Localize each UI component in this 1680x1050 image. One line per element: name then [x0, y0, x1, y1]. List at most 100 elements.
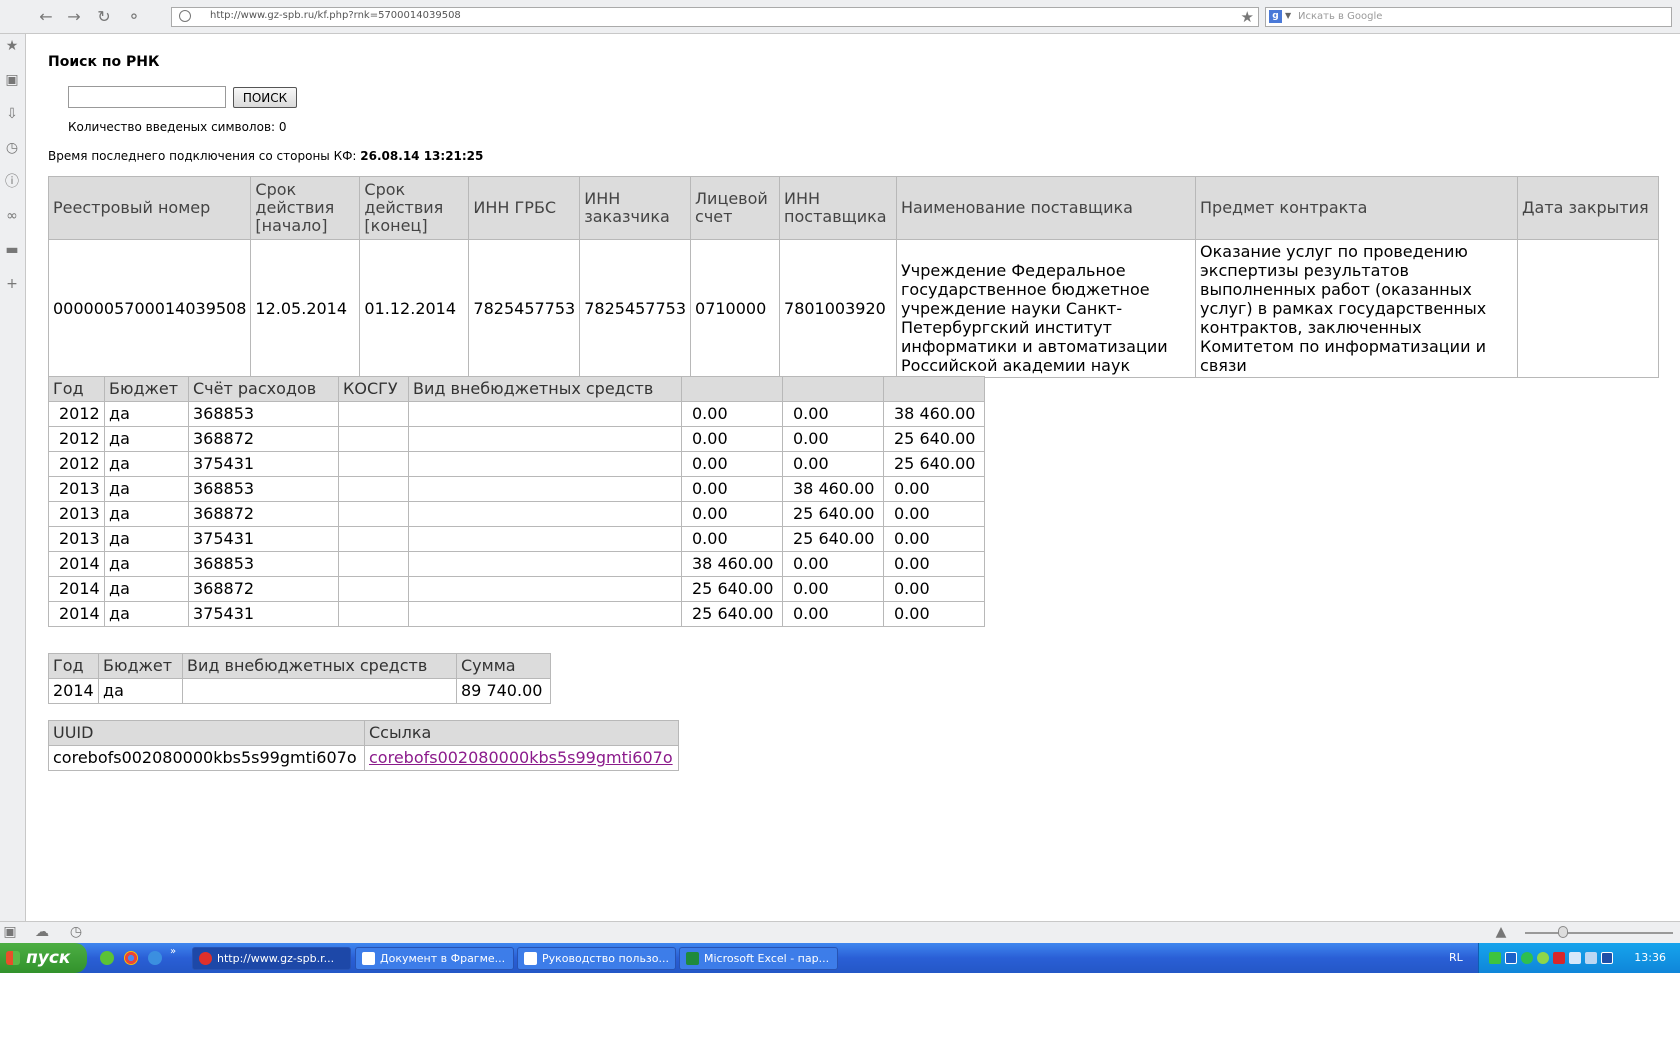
chrome-icon[interactable] [124, 951, 138, 965]
site-info-icon[interactable] [179, 10, 191, 22]
table-header: Срок действия [начало] [250, 176, 361, 240]
table-cell: 0.00 [883, 551, 985, 577]
table-cell: 89 740.00 [456, 678, 551, 704]
table-row: 2014 да 89 740.00 [48, 678, 551, 704]
bookmarks-star-icon[interactable]: ★ [4, 38, 20, 54]
table-cell [408, 576, 682, 602]
add-panel-icon[interactable]: + [4, 276, 20, 292]
panel-toggle-icon[interactable]: ▣ [2, 924, 18, 940]
table-header: ИНН заказчика [579, 176, 692, 240]
document-icon [362, 952, 375, 965]
tray-gear-icon[interactable] [1537, 952, 1549, 964]
table-cell: 2012 [48, 451, 105, 477]
uuid-link[interactable]: corebofs002080000kbs5s99gmti607o [369, 748, 673, 767]
forward-arrow-icon[interactable]: → [64, 7, 84, 27]
table-cell: 375431 [188, 601, 339, 627]
task-label: Руководство пользо... [542, 952, 670, 965]
table-cell: 375431 [188, 526, 339, 552]
browser-status-bar: ▣ ☁ ◷ ▲ [0, 921, 1680, 943]
tray-display-icon[interactable] [1601, 952, 1613, 964]
table-row: 0000005700014039508 12.05.2014 01.12.201… [47, 239, 1659, 378]
table-row: 2013 да 368872 0.00 25 640.00 0.00 [48, 501, 985, 527]
rnk-search-input[interactable] [68, 86, 226, 108]
table-cell [338, 401, 409, 427]
table-cell: 2012 [48, 401, 105, 427]
link-cell: corebofs002080000kbs5s99gmti607o [364, 745, 679, 771]
page-title: Поиск по РНК [48, 54, 160, 70]
tray-j-icon[interactable] [1505, 952, 1517, 964]
task-browser[interactable]: http://www.gz-spb.r... [192, 947, 351, 970]
table-cell: 2014 [48, 576, 105, 602]
tray-green-circle-icon[interactable] [1521, 952, 1533, 964]
windows-logo-icon [6, 951, 20, 965]
table-cell [338, 451, 409, 477]
language-indicator[interactable]: RL [1449, 951, 1463, 964]
tray-volume-icon[interactable] [1585, 952, 1597, 964]
table-header: Дата закрытия [1517, 176, 1659, 240]
task-manual[interactable]: Руководство пользо... [517, 947, 676, 970]
table-row: corebofs002080000kbs5s99gmti607o corebof… [48, 745, 679, 771]
chevron-double-right-icon[interactable]: » [170, 947, 180, 957]
tray-network-icon[interactable] [1569, 952, 1581, 964]
table-cell: 0.00 [782, 401, 884, 427]
table-cell: 0.00 [782, 551, 884, 577]
table-cell: да [104, 501, 189, 527]
table-header: ИНН поставщика [779, 176, 898, 240]
table-cell: 25 640.00 [782, 526, 884, 552]
table-header [883, 376, 985, 402]
start-button[interactable]: пуск [0, 943, 87, 973]
zoom-slider-handle[interactable] [1558, 926, 1568, 938]
table-header: Срок действия [конец] [359, 176, 470, 240]
uuid-header-row: UUID Ссылка [48, 720, 679, 746]
sum-header-row: Год Бюджет Вид внебюджетных средств Сумм… [48, 653, 551, 679]
key-icon[interactable]: ⚬ [124, 7, 144, 27]
table-cell [338, 476, 409, 502]
budget-table: Год Бюджет Счёт расходов КОСГУ Вид внебю… [48, 376, 985, 627]
panel-icon[interactable]: ▬ [4, 242, 20, 258]
notes-icon[interactable]: ▣ [4, 72, 20, 88]
task-excel[interactable]: Microsoft Excel - пар... [679, 947, 838, 970]
search-engine-box[interactable]: g ▼ Искать в Google [1265, 7, 1672, 27]
clock[interactable]: 13:36 [1634, 951, 1666, 964]
info-icon[interactable]: ⓘ [4, 174, 20, 190]
search-button[interactable]: ПОИСК [233, 87, 297, 108]
table-cell [338, 501, 409, 527]
char-count-text: Количество введеных символов: 0 [68, 120, 287, 134]
downloads-icon[interactable]: ⇩ [4, 106, 20, 122]
table-cell: 368853 [188, 551, 339, 577]
uuid-table: UUID Ссылка corebofs002080000kbs5s99gmti… [48, 720, 679, 771]
browser-toolbar: ← → ↻ ⚬ http://www.gz-spb.ru/kf.php?rnk=… [0, 0, 1680, 34]
tray-a-icon[interactable] [1489, 952, 1501, 964]
table-row: 2012 да 368872 0.00 0.00 25 640.00 [48, 426, 985, 452]
tray-k-icon[interactable] [1553, 952, 1565, 964]
internet-explorer-icon[interactable] [148, 951, 162, 965]
history-clock-icon[interactable]: ◷ [4, 140, 20, 156]
scroll-up-icon[interactable]: ▲ [1493, 924, 1509, 940]
table-cell [408, 476, 682, 502]
link-icon[interactable]: ∞ [4, 208, 20, 224]
cloud-icon[interactable]: ☁ [34, 924, 50, 940]
table-cell [338, 601, 409, 627]
quicklaunch-flower-icon[interactable] [100, 951, 114, 965]
google-icon[interactable]: g [1269, 10, 1282, 23]
bookmark-star-icon[interactable]: ★ [1241, 8, 1254, 26]
table-cell: 7825457753 [579, 239, 692, 378]
back-arrow-icon[interactable]: ← [36, 7, 56, 27]
url-text[interactable]: http://www.gz-spb.ru/kf.php?rnk=57000140… [210, 10, 461, 21]
table-cell [408, 601, 682, 627]
table-row: 2014 да 368872 25 640.00 0.00 0.00 [48, 576, 985, 602]
task-document[interactable]: Документ в Фрагме... [355, 947, 514, 970]
reload-icon[interactable]: ↻ [94, 7, 114, 27]
table-cell: 2014 [48, 678, 99, 704]
speed-icon[interactable]: ◷ [68, 924, 84, 940]
address-bar[interactable]: http://www.gz-spb.ru/kf.php?rnk=57000140… [171, 7, 1259, 27]
search-placeholder[interactable]: Искать в Google [1298, 11, 1382, 22]
table-row: 2014 да 368853 38 460.00 0.00 0.00 [48, 551, 985, 577]
zoom-slider-track[interactable] [1525, 932, 1673, 934]
table-cell: 0.00 [681, 501, 783, 527]
chevron-down-icon[interactable]: ▼ [1285, 11, 1291, 20]
table-cell: 0.00 [883, 476, 985, 502]
table-cell: 25 640.00 [883, 451, 985, 477]
budget-header-row: Год Бюджет Счёт расходов КОСГУ Вид внебю… [48, 376, 985, 402]
table-cell: 0.00 [782, 451, 884, 477]
